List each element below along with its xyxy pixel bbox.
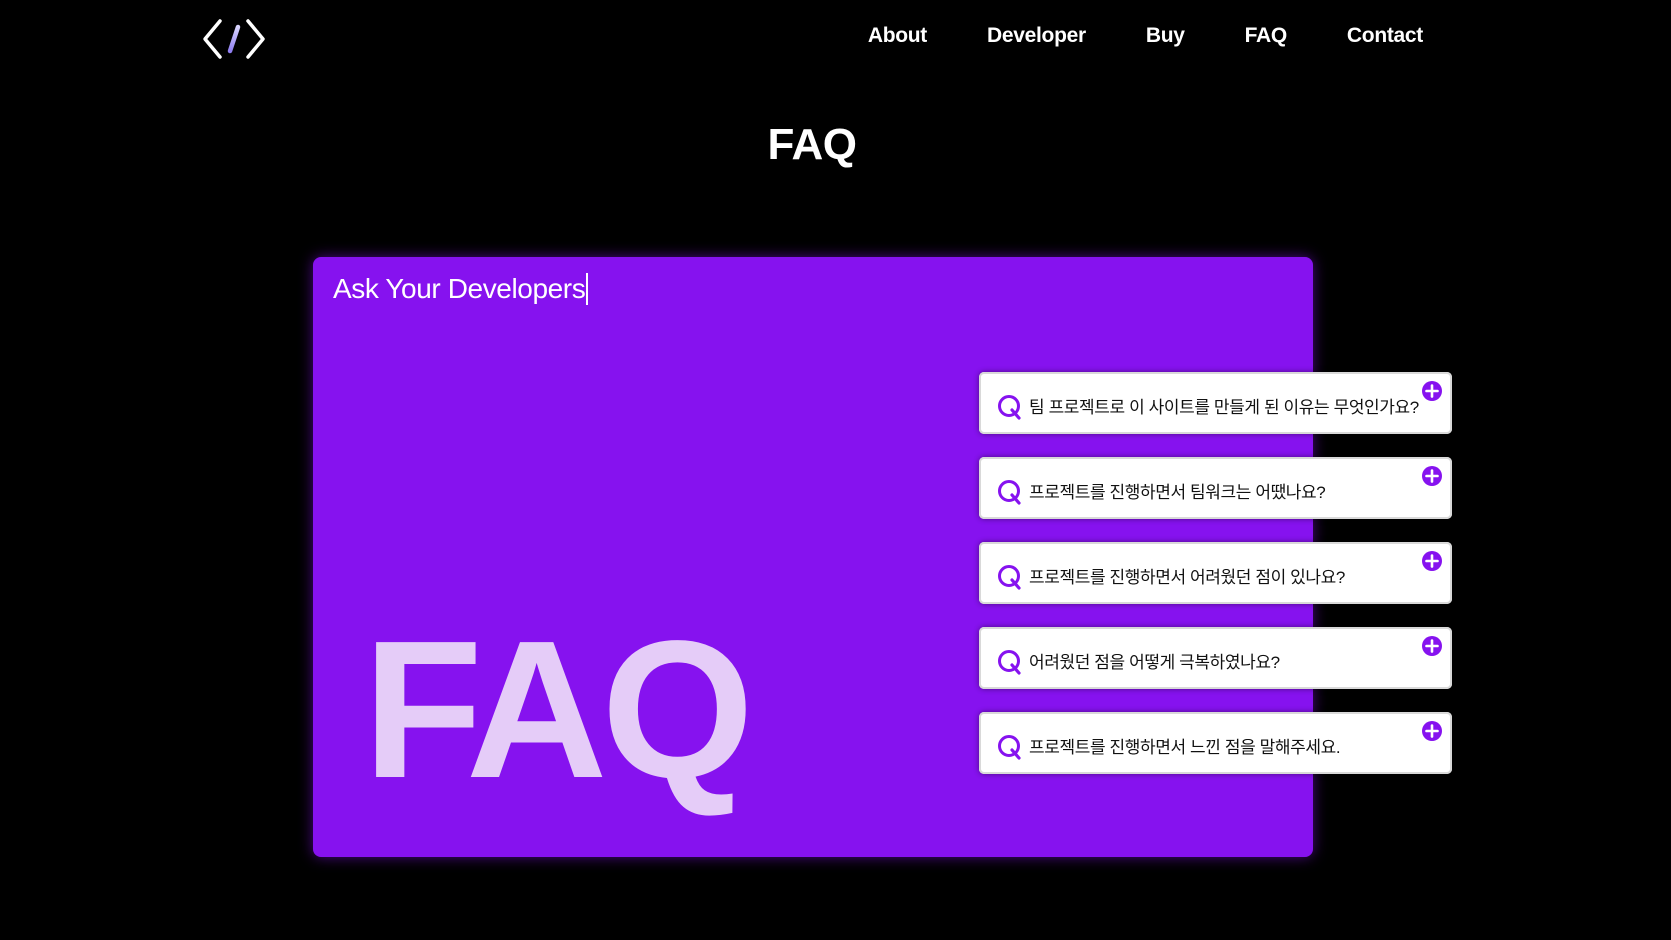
typing-caret <box>586 273 588 305</box>
faq-question-text: 프로젝트를 진행하면서 팀워크는 어땠나요? <box>1029 483 1326 502</box>
big-faq-text: FAQ <box>363 600 754 819</box>
code-brackets-icon[interactable] <box>202 18 266 60</box>
card-heading-text: Ask Your Developers <box>333 273 586 304</box>
nav-contact-link[interactable]: Contact <box>1347 24 1423 48</box>
q-icon <box>998 735 1021 760</box>
nav-about-link[interactable]: About <box>868 24 927 48</box>
q-icon <box>998 395 1021 420</box>
plus-circle-icon[interactable] <box>1421 550 1443 572</box>
faq-question-list: 팀 프로젝트로 이 사이트를 만들게 된 이유는 무엇인가요? 프로젝트를 진행… <box>979 372 1452 797</box>
faq-item[interactable]: 어려웠던 점을 어떻게 극복하였나요? <box>979 627 1452 689</box>
faq-question-text: 프로젝트를 진행하면서 느낀 점을 말해주세요. <box>1029 738 1341 757</box>
page-title: FAQ <box>767 120 857 169</box>
nav-developer-link[interactable]: Developer <box>987 24 1086 48</box>
plus-circle-icon[interactable] <box>1421 380 1443 402</box>
q-icon <box>998 480 1021 505</box>
faq-question-text: 어려웠던 점을 어떻게 극복하였나요? <box>1029 653 1280 672</box>
plus-circle-icon[interactable] <box>1421 720 1443 742</box>
faq-page: About Developer Buy FAQ Contact FAQ Ask … <box>0 0 1671 940</box>
faq-item[interactable]: 프로젝트를 진행하면서 어려웠던 점이 있나요? <box>979 542 1452 604</box>
faq-item[interactable]: 프로젝트를 진행하면서 느낀 점을 말해주세요. <box>979 712 1452 774</box>
nav-buy-link[interactable]: Buy <box>1146 24 1185 48</box>
nav-faq-link[interactable]: FAQ <box>1245 24 1288 48</box>
faq-item[interactable]: 프로젝트를 진행하면서 팀워크는 어땠나요? <box>979 457 1452 519</box>
faq-question-text: 팀 프로젝트로 이 사이트를 만들게 된 이유는 무엇인가요? <box>1029 398 1419 417</box>
plus-circle-icon[interactable] <box>1421 465 1443 487</box>
plus-circle-icon[interactable] <box>1421 635 1443 657</box>
card-heading: Ask Your Developers <box>333 273 588 305</box>
faq-item[interactable]: 팀 프로젝트로 이 사이트를 만들게 된 이유는 무엇인가요? <box>979 372 1452 434</box>
main-nav: About Developer Buy FAQ Contact <box>868 24 1423 48</box>
q-icon <box>998 650 1021 675</box>
q-icon <box>998 565 1021 590</box>
faq-question-text: 프로젝트를 진행하면서 어려웠던 점이 있나요? <box>1029 568 1345 587</box>
